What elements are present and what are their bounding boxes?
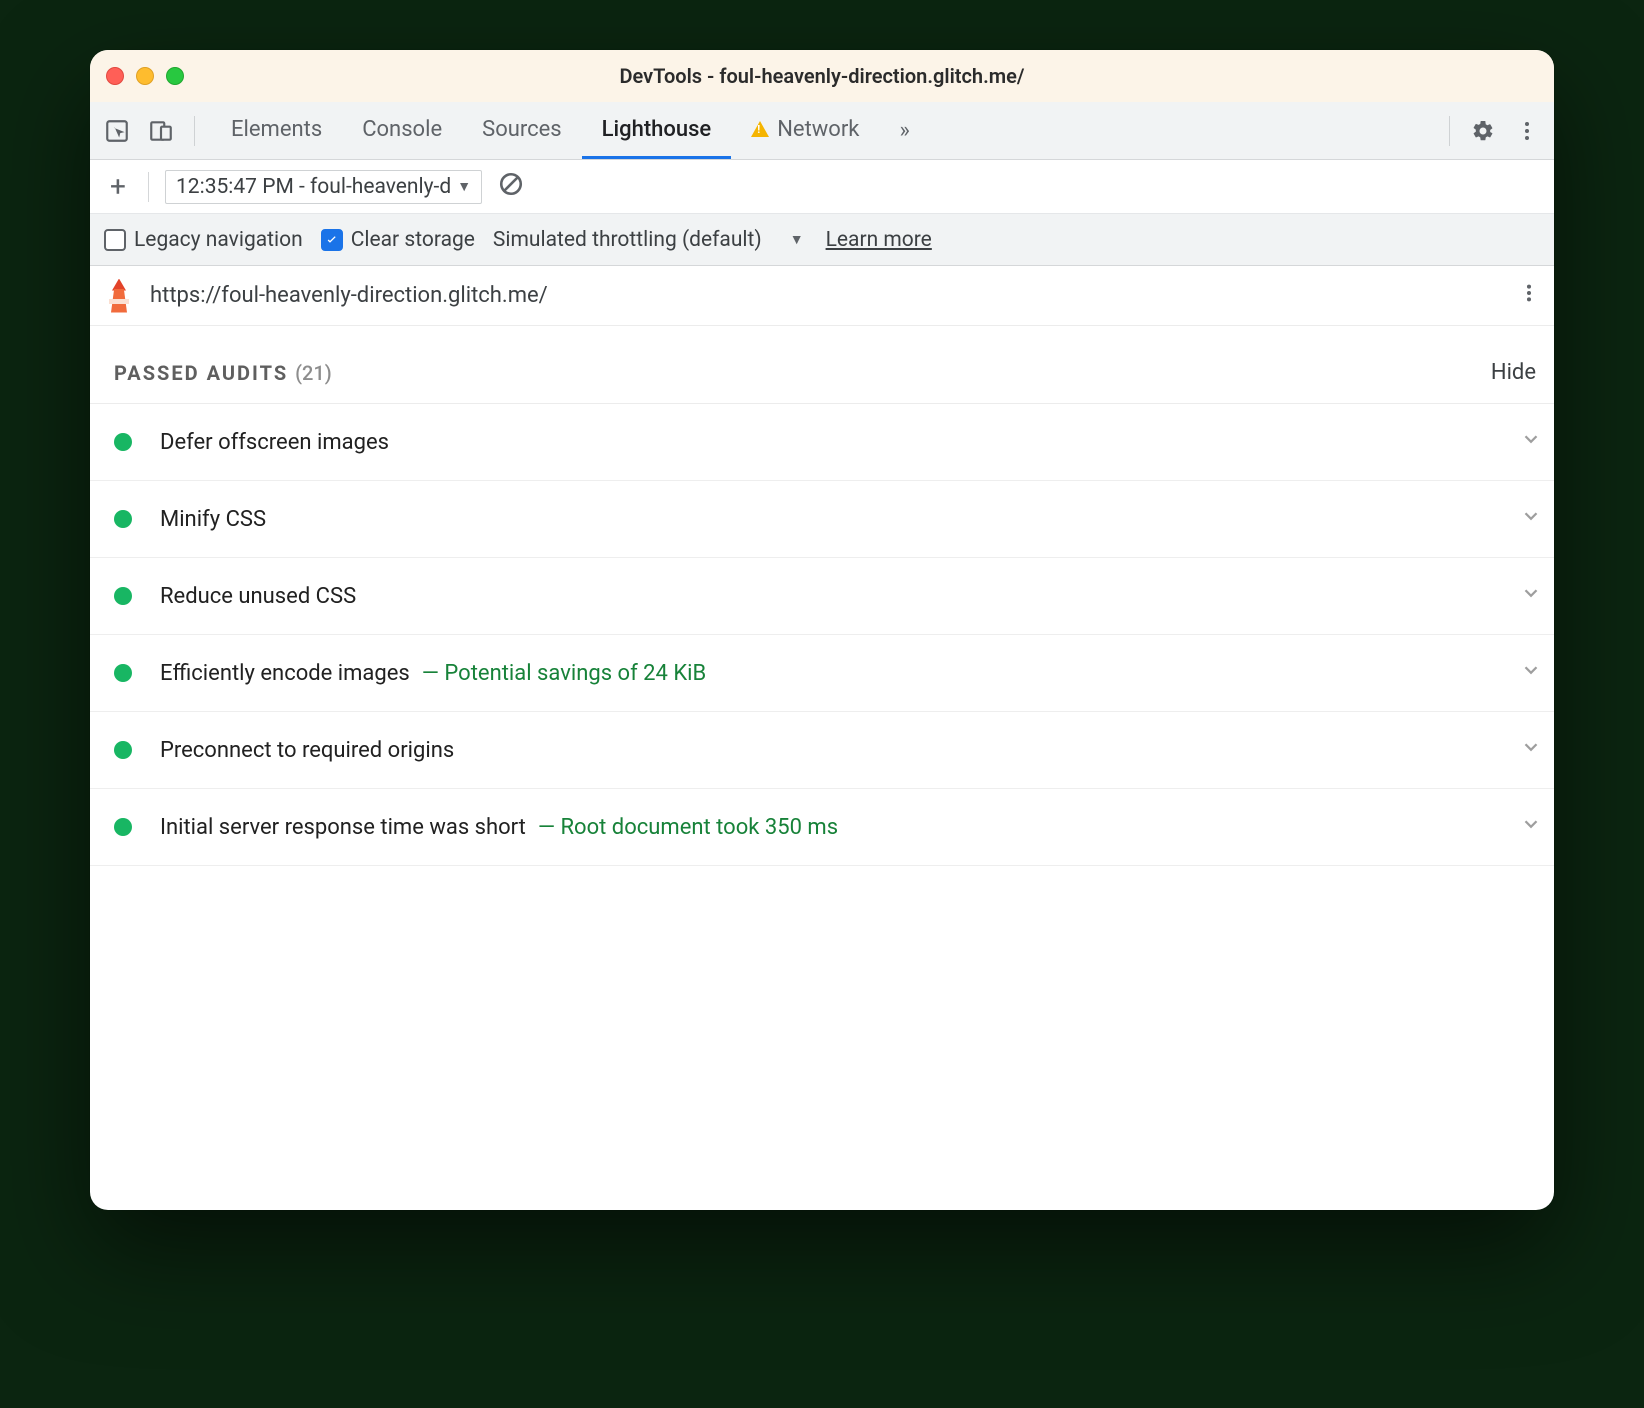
tab-network[interactable]: Network xyxy=(731,102,879,159)
checkbox-unchecked-icon xyxy=(104,229,126,251)
dropdown-icon: ▼ xyxy=(457,178,471,195)
option-label: Legacy navigation xyxy=(134,228,303,252)
chevron-down-icon xyxy=(1520,659,1542,687)
chevron-down-icon xyxy=(1520,505,1542,533)
tab-console[interactable]: Console xyxy=(342,102,462,159)
lighthouse-toolbar: + 12:35:47 PM - foul-heavenly-d ▼ xyxy=(90,160,1554,214)
tab-label: Elements xyxy=(231,117,322,142)
hide-section-button[interactable]: Hide xyxy=(1491,360,1536,385)
audit-label: Minify CSS xyxy=(160,507,266,532)
chevron-down-icon xyxy=(1520,813,1542,841)
titlebar: DevTools - foul-heavenly-direction.glitc… xyxy=(90,50,1554,102)
main-tabs-bar: Elements Console Sources Lighthouse Netw… xyxy=(90,102,1554,160)
learn-more-link[interactable]: Learn more xyxy=(826,228,932,252)
new-report-button[interactable]: + xyxy=(104,173,132,201)
tab-label: Lighthouse xyxy=(602,117,712,142)
section-count: (21) xyxy=(295,361,332,385)
audits-list: Defer offscreen images Minify CSS Reduce u… xyxy=(90,404,1554,866)
window-controls xyxy=(106,67,184,85)
report-url-bar: https://foul-heavenly-direction.glitch.m… xyxy=(90,266,1554,326)
divider xyxy=(194,116,195,146)
option-label: Clear storage xyxy=(351,228,475,252)
pass-indicator-icon xyxy=(114,433,132,451)
legacy-navigation-option[interactable]: Legacy navigation xyxy=(104,228,303,252)
clear-icon[interactable] xyxy=(498,171,524,203)
pass-indicator-icon xyxy=(114,741,132,759)
pass-indicator-icon xyxy=(114,818,132,836)
tab-sources[interactable]: Sources xyxy=(462,102,582,159)
audit-info: Potential savings of 24 KiB xyxy=(422,661,706,686)
window-title: DevTools - foul-heavenly-direction.glitc… xyxy=(90,64,1554,88)
zoom-window-button[interactable] xyxy=(166,67,184,85)
divider xyxy=(1449,116,1450,146)
pass-indicator-icon xyxy=(114,664,132,682)
report-selector-label: 12:35:47 PM - foul-heavenly-d xyxy=(176,175,451,199)
report-menu-icon[interactable] xyxy=(1518,282,1540,310)
tab-lighthouse[interactable]: Lighthouse xyxy=(582,102,732,159)
section-title: PASSED AUDITS xyxy=(114,361,288,385)
pass-indicator-icon xyxy=(114,587,132,605)
pass-indicator-icon xyxy=(114,510,132,528)
lighthouse-options-bar: Legacy navigation Clear storage Simulate… xyxy=(90,214,1554,266)
inspect-icon[interactable] xyxy=(100,114,134,148)
minimize-window-button[interactable] xyxy=(136,67,154,85)
warning-icon xyxy=(751,121,769,137)
more-tabs-button[interactable]: » xyxy=(889,118,919,143)
lighthouse-icon xyxy=(104,279,134,313)
audit-label: Efficiently encode images xyxy=(160,661,410,686)
audit-row[interactable]: Preconnect to required origins xyxy=(90,712,1554,789)
passed-audits-header[interactable]: PASSED AUDITS (21) Hide xyxy=(90,326,1554,404)
checkbox-checked-icon xyxy=(321,229,343,251)
audit-info: Root document took 350 ms xyxy=(538,815,838,840)
tabs: Elements Console Sources Lighthouse Netw… xyxy=(211,102,879,159)
chevron-down-icon xyxy=(1520,428,1542,456)
section-title-block: PASSED AUDITS (21) xyxy=(114,361,332,385)
audit-label: Initial server response time was short xyxy=(160,815,526,840)
tab-label: Sources xyxy=(482,117,562,142)
menu-icon[interactable] xyxy=(1510,114,1544,148)
audit-label: Preconnect to required origins xyxy=(160,738,454,763)
report-url: https://foul-heavenly-direction.glitch.m… xyxy=(150,283,548,308)
clear-storage-option[interactable]: Clear storage xyxy=(321,228,475,252)
audit-row[interactable]: Defer offscreen images xyxy=(90,404,1554,481)
settings-icon[interactable] xyxy=(1466,114,1500,148)
audit-row[interactable]: Initial server response time was short Ro… xyxy=(90,789,1554,866)
audit-row[interactable]: Reduce unused CSS xyxy=(90,558,1554,635)
tab-elements[interactable]: Elements xyxy=(211,102,342,159)
close-window-button[interactable] xyxy=(106,67,124,85)
device-toolbar-icon[interactable] xyxy=(144,114,178,148)
audit-row[interactable]: Minify CSS xyxy=(90,481,1554,558)
audit-row[interactable]: Efficiently encode images Potential savin… xyxy=(90,635,1554,712)
chevron-down-icon xyxy=(1520,736,1542,764)
tab-label: Console xyxy=(362,117,442,142)
chevron-down-icon xyxy=(1520,582,1542,610)
audit-label: Reduce unused CSS xyxy=(160,584,356,609)
divider xyxy=(148,172,149,202)
throttling-label: Simulated throttling (default) xyxy=(493,228,762,252)
report-selector[interactable]: 12:35:47 PM - foul-heavenly-d ▼ xyxy=(165,170,482,204)
tab-label: Network xyxy=(777,117,859,142)
throttling-dropdown-icon[interactable]: ▼ xyxy=(790,231,804,248)
audit-label: Defer offscreen images xyxy=(160,430,389,455)
devtools-window: DevTools - foul-heavenly-direction.glitc… xyxy=(90,50,1554,1210)
